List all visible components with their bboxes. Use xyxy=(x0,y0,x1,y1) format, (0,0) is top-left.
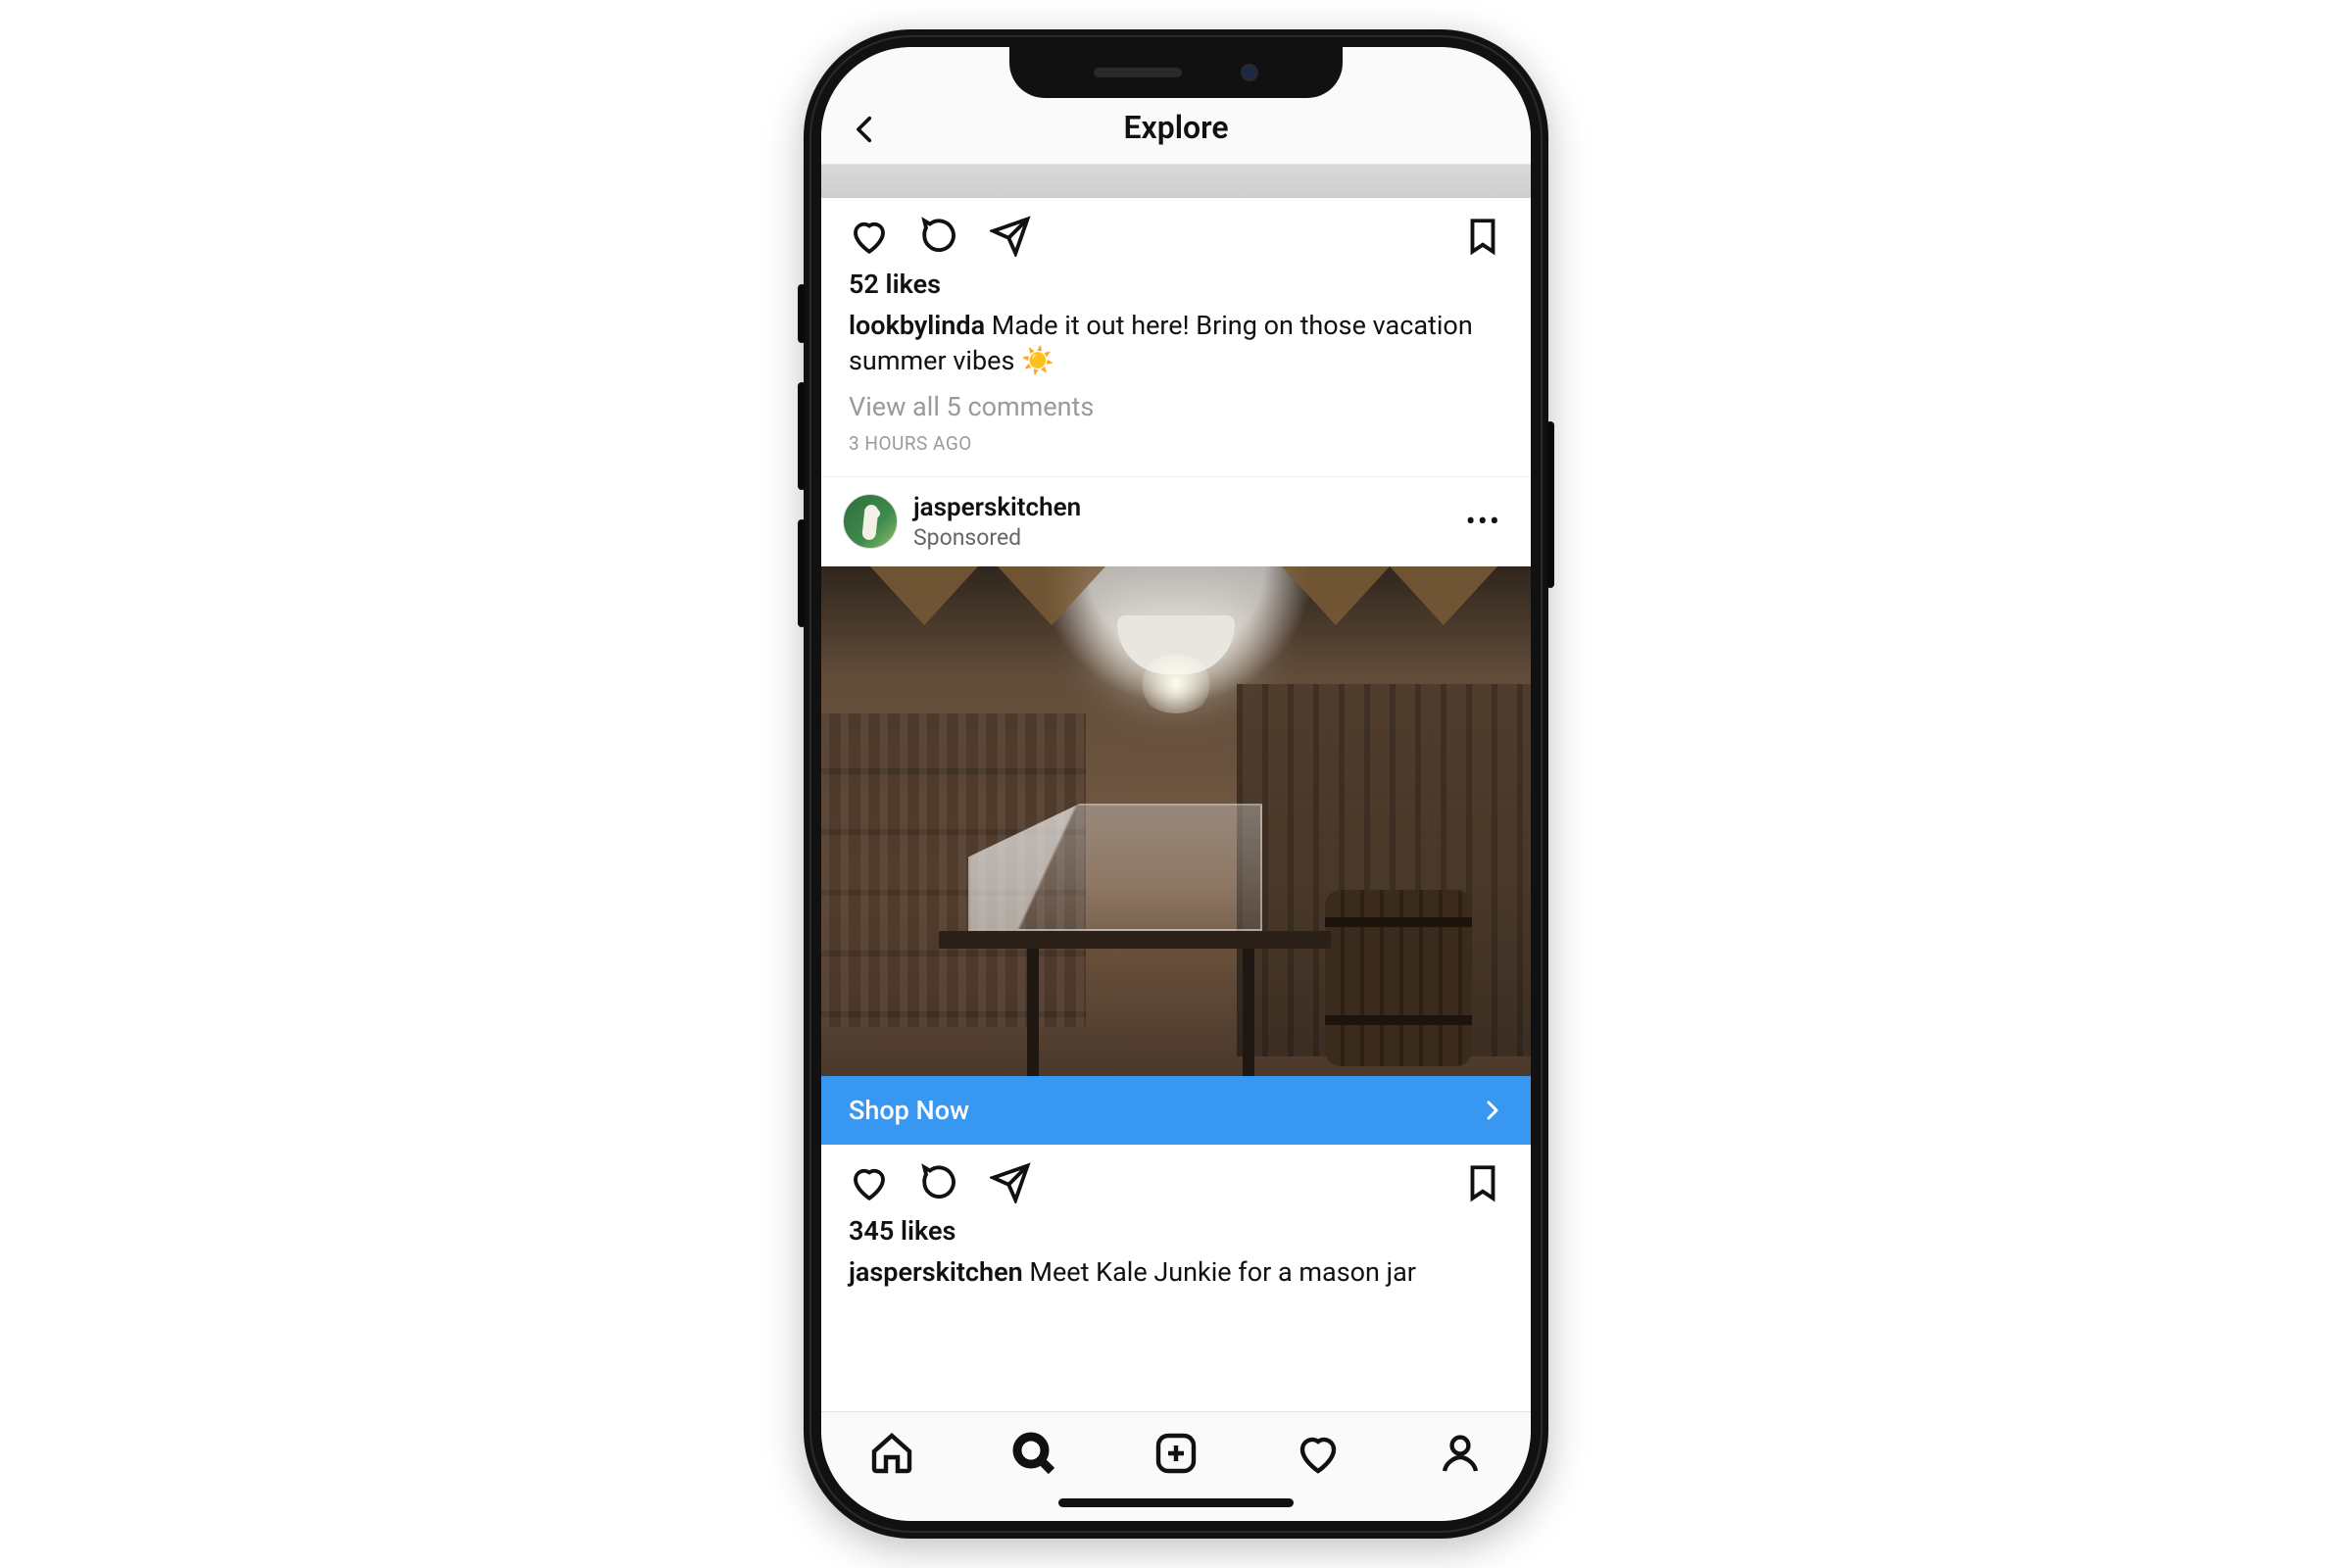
cta-button[interactable]: Shop Now xyxy=(821,1076,1531,1145)
cta-label: Shop Now xyxy=(849,1095,969,1126)
share-button[interactable] xyxy=(990,216,1031,257)
decor xyxy=(1282,566,1390,625)
likes-count[interactable]: 52 likes xyxy=(821,265,1531,304)
decor xyxy=(998,566,1105,625)
post-caption[interactable]: jasperskitchen Meet Kale Junkie for a ma… xyxy=(821,1250,1531,1294)
caption-username[interactable]: jasperskitchen xyxy=(849,1256,1023,1288)
decor xyxy=(939,931,1331,949)
decor xyxy=(870,566,978,625)
nav-create[interactable] xyxy=(1152,1430,1200,1477)
post-caption[interactable]: lookbylinda Made it out here! Bring on t… xyxy=(821,304,1531,383)
nav-home[interactable] xyxy=(868,1430,915,1477)
screen: Explore 52 likes xyxy=(821,47,1531,1521)
heart-icon xyxy=(849,1162,890,1203)
home-icon xyxy=(868,1430,915,1477)
post-header: jasperskitchen Sponsored ••• xyxy=(821,477,1531,566)
share-button[interactable] xyxy=(990,1162,1031,1203)
plus-square-icon xyxy=(1152,1430,1200,1477)
phone-frame: Explore 52 likes xyxy=(804,29,1548,1539)
post-more-button[interactable]: ••• xyxy=(1458,505,1509,539)
post-timestamp: 3 HOURS AGO xyxy=(821,426,1531,476)
caption-username[interactable]: lookbylinda xyxy=(849,310,985,341)
post-actions xyxy=(821,198,1531,265)
decor xyxy=(1325,890,1472,1066)
save-button[interactable] xyxy=(1462,216,1503,257)
send-icon xyxy=(990,216,1031,257)
like-button[interactable] xyxy=(849,216,890,257)
caption-text: Meet Kale Junkie for a mason jar xyxy=(1029,1256,1416,1288)
post-username[interactable]: jasperskitchen xyxy=(913,493,1443,522)
comment-icon xyxy=(919,216,960,257)
post-image[interactable] xyxy=(821,566,1531,1076)
decor xyxy=(1390,566,1497,625)
header-title: Explore xyxy=(821,109,1531,146)
nav-activity[interactable] xyxy=(1295,1430,1342,1477)
avatar[interactable] xyxy=(843,494,898,549)
post-actions xyxy=(821,1145,1531,1211)
nav-profile[interactable] xyxy=(1437,1430,1484,1477)
phone-speaker xyxy=(1094,68,1182,77)
phone-camera xyxy=(1241,64,1258,81)
save-button[interactable] xyxy=(1462,1162,1503,1203)
bookmark-icon xyxy=(1462,216,1503,257)
phone-side-button xyxy=(1546,421,1554,588)
bookmark-icon xyxy=(1462,1162,1503,1203)
search-icon xyxy=(1010,1430,1057,1477)
previous-post-bottom xyxy=(821,165,1531,198)
home-indicator[interactable] xyxy=(1058,1498,1294,1507)
phone-side-button xyxy=(798,382,806,490)
send-icon xyxy=(990,1162,1031,1203)
comment-icon xyxy=(919,1162,960,1203)
likes-count[interactable]: 345 likes xyxy=(821,1211,1531,1250)
heart-icon xyxy=(1295,1430,1342,1477)
sponsored-label: Sponsored xyxy=(913,524,1443,551)
nav-search[interactable] xyxy=(1010,1430,1057,1477)
view-comments-link[interactable]: View all 5 comments xyxy=(821,383,1531,426)
decor xyxy=(1098,566,1254,713)
comment-button[interactable] xyxy=(919,1162,960,1203)
chevron-right-icon xyxy=(1480,1099,1503,1122)
decor xyxy=(1027,949,1039,1076)
like-button[interactable] xyxy=(849,1162,890,1203)
profile-icon xyxy=(1437,1430,1484,1477)
heart-icon xyxy=(849,216,890,257)
comment-button[interactable] xyxy=(919,216,960,257)
phone-side-button xyxy=(798,519,806,627)
phone-side-button xyxy=(798,284,806,343)
phone-notch xyxy=(1009,47,1343,98)
bottom-nav xyxy=(821,1411,1531,1521)
decor xyxy=(1243,949,1254,1076)
feed[interactable]: 52 likes lookbylinda Made it out here! B… xyxy=(821,165,1531,1411)
